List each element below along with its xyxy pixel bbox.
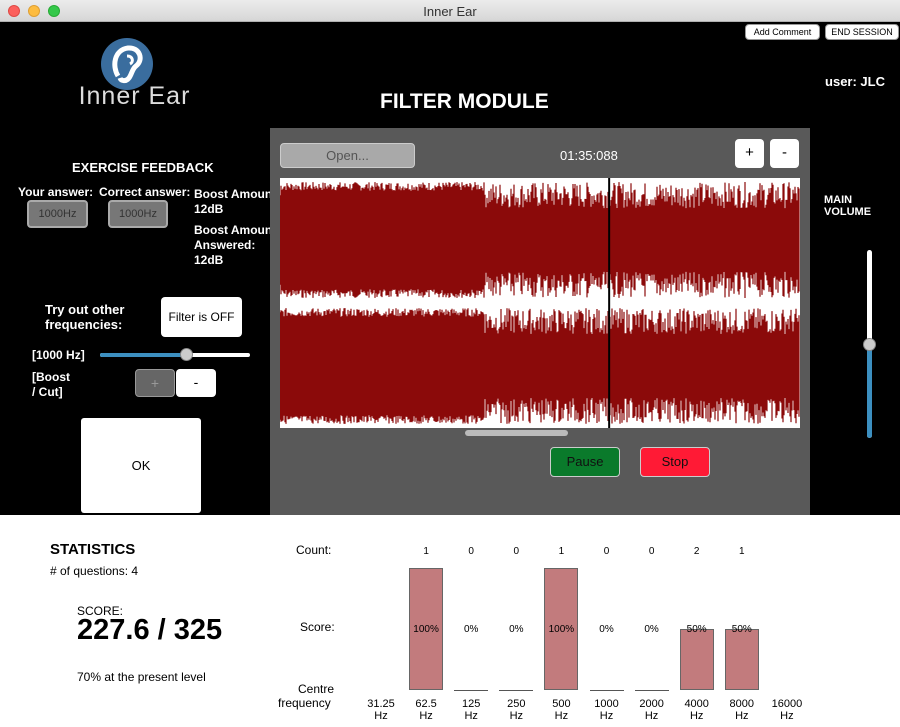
band-count: 1: [558, 546, 565, 557]
band-count: 0: [468, 546, 474, 557]
your-answer-value: 1000Hz: [27, 200, 88, 228]
band-count: 1: [739, 546, 745, 557]
band-score-bar: [499, 690, 534, 691]
level-text: 70% at the present level: [77, 670, 206, 684]
main-volume-label: MAIN VOLUME: [824, 194, 872, 218]
boost-cut-label-2: / Cut]: [32, 385, 63, 399]
question-count: # of questions: 4: [50, 564, 139, 578]
boost-answered-label-2: Answered:: [194, 238, 256, 252]
end-session-button[interactable]: END SESSION: [825, 24, 899, 40]
band-count: 2: [693, 546, 700, 557]
band-frequency-label: 4000 Hz: [684, 698, 709, 722]
band-frequency-label: 250 Hz: [507, 698, 526, 722]
main-volume-slider[interactable]: [863, 250, 876, 438]
pause-button[interactable]: Pause: [550, 447, 620, 477]
user-label: user: JLC: [825, 74, 885, 89]
window-title: Inner Ear: [423, 4, 477, 19]
band-frequency-label: 31.25 Hz: [367, 698, 395, 722]
waveform-display[interactable]: [279, 178, 800, 428]
band-score-bar: [724, 629, 759, 690]
band-frequency-label: 1000 Hz: [594, 698, 619, 722]
band-frequency-label: 125 Hz: [462, 698, 481, 722]
try-frequencies-label-2: frequencies:: [45, 317, 123, 332]
frequency-label: [1000 Hz]: [32, 348, 85, 362]
stop-button[interactable]: Stop: [640, 447, 710, 477]
frequency-slider-knob[interactable]: [179, 348, 193, 361]
band-score-percent: 0%: [644, 624, 659, 635]
band-count: 0: [603, 546, 610, 557]
exercise-feedback-title: EXERCISE FEEDBACK: [72, 160, 214, 175]
band-score-percent: 50%: [731, 624, 752, 635]
band-score-percent: 100%: [413, 624, 439, 635]
frequency-slider[interactable]: [100, 348, 250, 361]
waveform-scrollbar[interactable]: [465, 430, 568, 436]
boost-cut-label: [Boost: [32, 370, 70, 384]
player-panel: Open... 01:35:088 + - Pause Stop: [270, 128, 810, 515]
frequency-slider-fill: [100, 353, 186, 357]
band-count: 0: [648, 546, 655, 557]
boost-amount-value: 12dB: [194, 202, 224, 216]
your-answer-label: Your answer:: [18, 185, 94, 199]
band-count: 0: [513, 546, 520, 557]
band-score-bar: [679, 629, 714, 690]
band-frequency-label: 8000 Hz: [729, 698, 755, 722]
band-score-percent: 0%: [599, 624, 614, 635]
main-area: Add Comment END SESSION Inner Ear FILTER…: [0, 22, 900, 515]
main-volume-knob[interactable]: [863, 338, 876, 351]
playback-time: 01:35:088: [560, 148, 618, 163]
band-score-percent: 50%: [686, 624, 707, 635]
app-logo: Inner Ear: [72, 32, 197, 117]
open-file-button[interactable]: Open...: [280, 143, 415, 168]
filter-toggle-button[interactable]: Filter is OFF: [161, 297, 242, 337]
module-title: FILTER MODULE: [380, 90, 549, 113]
band-frequency-label: 500 Hz: [552, 698, 571, 722]
band-score-bar: [589, 690, 624, 691]
main-volume-fill: [867, 344, 872, 438]
statistics-title: STATISTICS: [50, 541, 136, 558]
centre-row-label: Centre: [298, 682, 335, 696]
waveform: [279, 178, 800, 428]
zoom-out-button[interactable]: -: [770, 139, 799, 168]
band-score-percent: 0%: [463, 624, 479, 635]
try-frequencies-label: Try out other: [45, 302, 125, 317]
boost-answered-label: Boost Amount: [194, 223, 277, 237]
score-row-label: Score:: [300, 620, 335, 634]
waveform-right-channel: [279, 308, 800, 424]
band-frequency-label: 2000 Hz: [639, 698, 664, 722]
correct-answer-value: 1000Hz: [108, 200, 168, 228]
logo-text: Inner Ear: [78, 82, 191, 110]
waveform-left-channel: [279, 182, 800, 298]
window-titlebar: Inner Ear: [0, 0, 900, 22]
band-frequency-label: 62.5 Hz: [415, 698, 437, 722]
band-score-percent: 100%: [548, 624, 575, 635]
band-score-bar: [454, 690, 489, 691]
band-count: 1: [423, 546, 429, 557]
boost-amount-label: Boost Amount:: [194, 187, 281, 201]
correct-answer-label: Correct answer:: [99, 185, 191, 199]
cut-button[interactable]: -: [176, 369, 216, 397]
ok-button[interactable]: OK: [81, 418, 201, 513]
add-comment-button[interactable]: Add Comment: [745, 24, 820, 40]
score-value: 227.6 / 325: [77, 614, 223, 646]
band-frequency-label: 16000 Hz: [771, 698, 803, 722]
boost-button[interactable]: +: [135, 369, 175, 397]
zoom-in-button[interactable]: +: [735, 139, 764, 168]
boost-answered-value: 12dB: [194, 253, 224, 267]
band-score-bar: [634, 690, 669, 691]
centre-row-label-2: frequency: [278, 696, 331, 710]
count-row-label: Count:: [296, 543, 332, 557]
band-score-percent: 0%: [509, 624, 524, 635]
